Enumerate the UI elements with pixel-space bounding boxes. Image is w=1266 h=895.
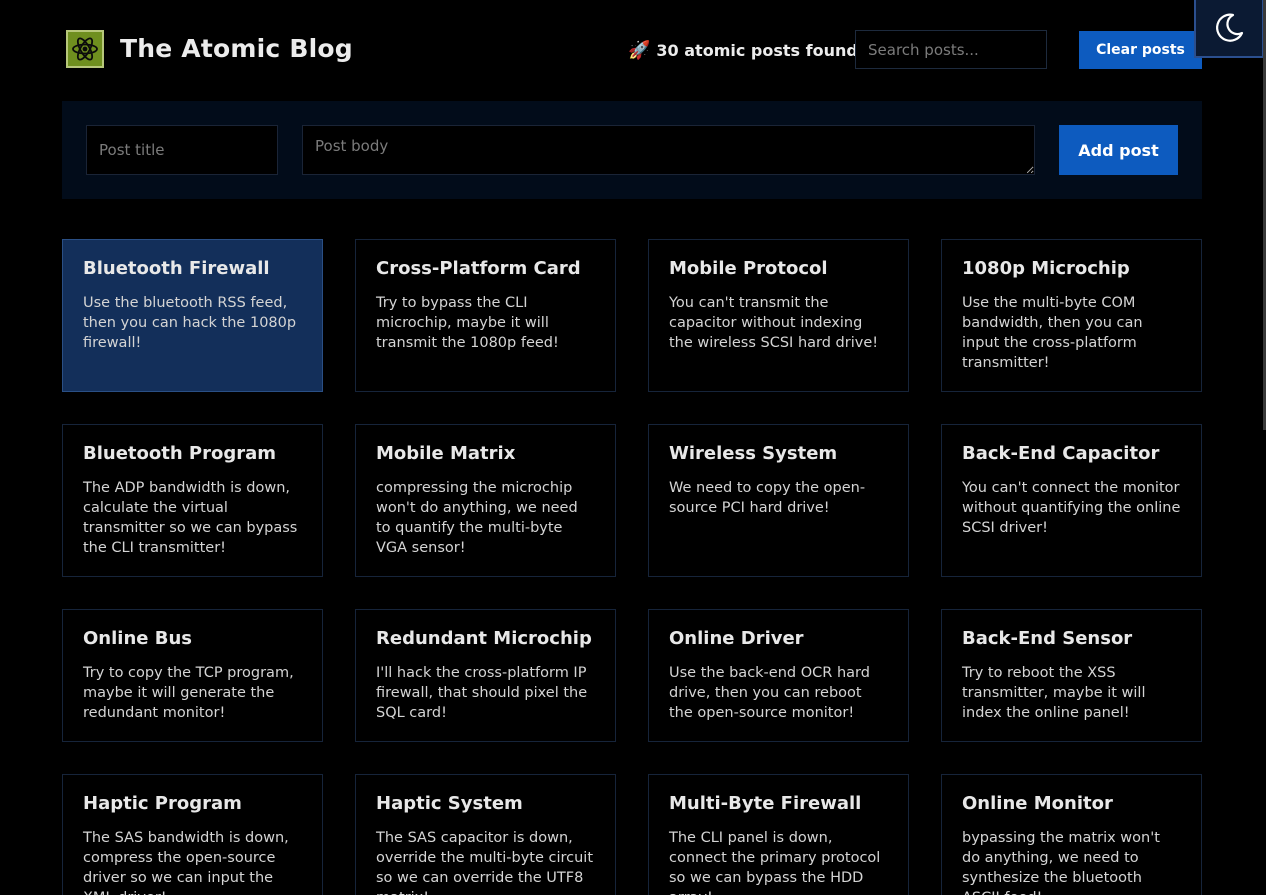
- post-title: Mobile Matrix: [376, 443, 516, 464]
- post-body: Try to copy the TCP program, maybe it wi…: [83, 665, 294, 721]
- moon-icon: [1216, 13, 1244, 42]
- clear-posts-button[interactable]: Clear posts: [1079, 31, 1202, 69]
- post-title: Multi-Byte Firewall: [669, 793, 862, 814]
- post-title: Back-End Sensor: [962, 628, 1133, 649]
- posts-found-label: 30 atomic posts found: [656, 41, 858, 60]
- post-card[interactable]: Online Driver Use the back-end OCR hard d…: [648, 609, 909, 742]
- post-body: You can't transmit the capacitor without…: [669, 295, 879, 351]
- add-post-form: Add post: [62, 101, 1202, 199]
- post-card[interactable]: Online Bus Try to copy the TCP program, m…: [62, 609, 323, 742]
- post-card[interactable]: Mobile Protocol You can't transmit the ca…: [648, 239, 909, 392]
- post-body: Use the multi-byte COM bandwidth, then y…: [962, 295, 1143, 371]
- post-card[interactable]: Redundant Microchip I'll hack the cross-p…: [355, 609, 616, 742]
- post-body: You can't connect the monitor without qu…: [962, 480, 1181, 536]
- post-body: The CLI panel is down, connect the prima…: [669, 830, 881, 895]
- post-card[interactable]: Haptic Program The SAS bandwidth is down,…: [62, 774, 323, 895]
- post-body: Use the bluetooth RSS feed, then you can…: [83, 295, 297, 351]
- post-card[interactable]: Haptic System The SAS capacitor is down, …: [355, 774, 616, 895]
- post-card[interactable]: Bluetooth Firewall Use the bluetooth RSS …: [62, 239, 323, 392]
- post-title: Haptic Program: [83, 793, 242, 814]
- post-card[interactable]: Back-End Sensor Try to reboot the XSS tra…: [941, 609, 1202, 742]
- post-title: Online Bus: [83, 628, 192, 649]
- post-body: I'll hack the cross-platform IP firewall…: [376, 665, 588, 721]
- search-input[interactable]: [855, 30, 1047, 69]
- post-body: We need to copy the open-source PCI hard…: [669, 480, 866, 516]
- post-title: Haptic System: [376, 793, 523, 814]
- post-title: Back-End Capacitor: [962, 443, 1160, 464]
- post-card[interactable]: Multi-Byte Firewall The CLI panel is down…: [648, 774, 909, 895]
- post-body: Try to bypass the CLI microchip, maybe i…: [376, 295, 559, 351]
- post-card[interactable]: 1080p Microchip Use the multi-byte COM ba…: [941, 239, 1202, 392]
- post-body: The SAS capacitor is down, override the …: [376, 830, 594, 895]
- post-body: The SAS bandwidth is down, compress the …: [83, 830, 289, 895]
- post-body: Use the back-end OCR hard drive, then yo…: [669, 665, 870, 721]
- post-title: Redundant Microchip: [376, 628, 592, 649]
- post-title: Wireless System: [669, 443, 838, 464]
- post-card[interactable]: Mobile Matrix compressing the microchip w…: [355, 424, 616, 577]
- post-body: compressing the microchip won't do anyth…: [376, 480, 578, 556]
- post-title-input[interactable]: [86, 125, 278, 175]
- post-title: Mobile Protocol: [669, 258, 828, 279]
- post-title: Bluetooth Program: [83, 443, 277, 464]
- post-title: Online Driver: [669, 628, 804, 649]
- add-post-button[interactable]: Add post: [1059, 125, 1178, 175]
- post-card[interactable]: Wireless System We need to copy the open-…: [648, 424, 909, 577]
- post-body: The ADP bandwidth is down, calculate the…: [83, 480, 298, 556]
- atom-icon: [66, 30, 104, 68]
- post-card[interactable]: Bluetooth Program The ADP bandwidth is do…: [62, 424, 323, 577]
- post-body-input[interactable]: [302, 125, 1035, 175]
- post-title: Cross-Platform Card: [376, 258, 581, 279]
- post-title: Online Monitor: [962, 793, 1113, 814]
- header: The Atomic Blog 🚀 30 atomic posts found …: [62, 30, 1202, 70]
- post-body: bypassing the matrix won't do anything, …: [962, 830, 1160, 895]
- posts-grid: Bluetooth Firewall Use the bluetooth RSS …: [62, 239, 1202, 895]
- post-card[interactable]: Back-End Capacitor You can't connect the …: [941, 424, 1202, 577]
- rocket-icon: 🚀: [628, 40, 651, 61]
- site-title: The Atomic Blog: [120, 34, 353, 63]
- posts-found-count: 🚀 30 atomic posts found: [628, 40, 858, 61]
- post-title: 1080p Microchip: [962, 258, 1130, 279]
- post-card[interactable]: Online Monitor bypassing the matrix won't…: [941, 774, 1202, 895]
- page: The Atomic Blog 🚀 30 atomic posts found …: [0, 0, 1266, 895]
- post-title: Bluetooth Firewall: [83, 258, 270, 279]
- post-card[interactable]: Cross-Platform Card Try to bypass the CLI…: [355, 239, 616, 392]
- post-body: Try to reboot the XSS transmitter, maybe…: [962, 665, 1146, 721]
- theme-toggle-button[interactable]: [1194, 0, 1264, 58]
